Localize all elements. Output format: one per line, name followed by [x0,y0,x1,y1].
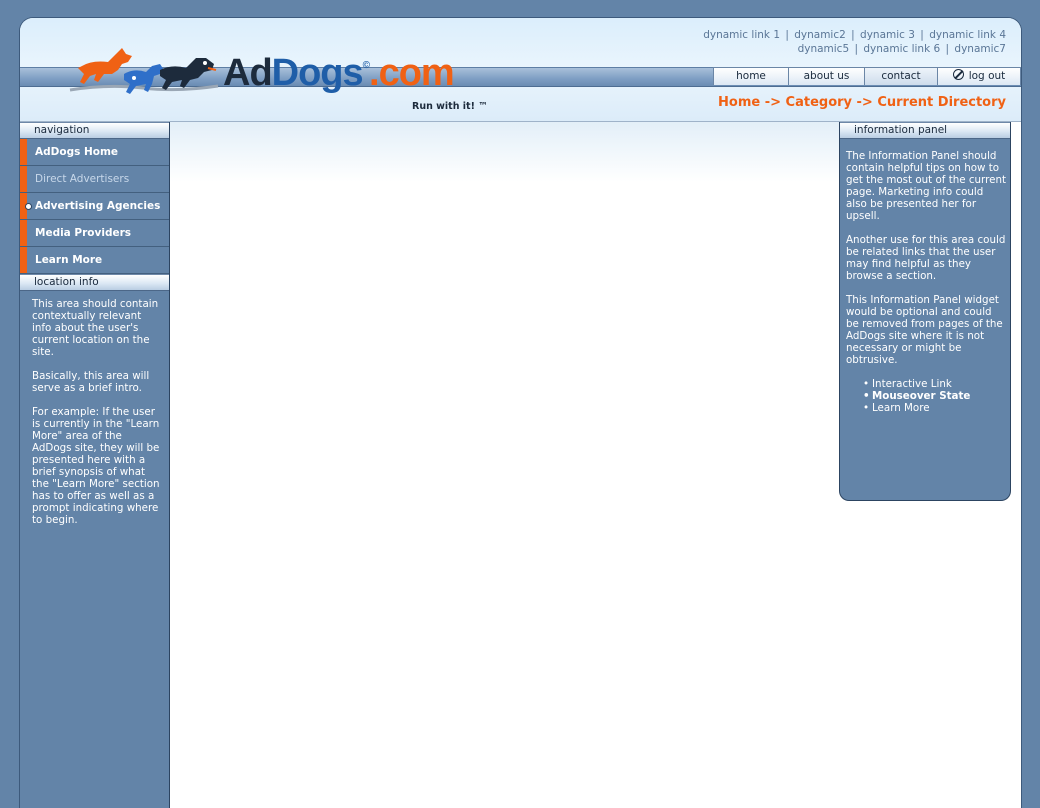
location-info-text: This area should contain contextually re… [32,298,160,526]
dynamic-link-7[interactable]: dynamic7 [954,43,1006,55]
dynamic-link-2[interactable]: dynamic2 [794,29,846,41]
dynamic-link-1[interactable]: dynamic link 1 [703,29,780,41]
selected-bullet-icon [25,203,32,210]
info-links: Interactive Link Mouseover State Learn M… [846,378,1006,414]
information-panel-title: information panel [840,122,1010,139]
dynamic-links: dynamic link 1 | dynamic2 | dynamic 3 | … [703,29,1006,55]
tagline: Run with it! ™ [412,101,488,112]
top-nav: home about us contact log out [713,67,1021,86]
sidebar-item-direct-advertisers[interactable]: Direct Advertisers [20,166,169,193]
sidebar-item-media-providers[interactable]: Media Providers [20,220,169,247]
dynamic-link-5[interactable]: dynamic5 [798,43,850,55]
learn-more-link[interactable]: Learn More [863,402,1006,414]
sidebar-item-advertising-agencies[interactable]: Advertising Agencies [20,193,169,220]
logout-button[interactable]: log out [937,67,1021,85]
navigation-title: navigation [20,122,169,139]
sidebar: navigation AdDogs Home Direct Advertiser… [20,122,170,808]
dynamic-link-3[interactable]: dynamic 3 [860,29,915,41]
nav-contact-button[interactable]: contact [864,67,938,85]
location-info-title: location info [20,274,169,291]
logo[interactable]: AdDogs©.com Run with it! ™ [68,44,498,112]
nav-home-button[interactable]: home [713,67,789,85]
sidebar-item-learn-more[interactable]: Learn More [20,247,169,274]
header: dynamic link 1 | dynamic2 | dynamic 3 | … [20,18,1021,122]
mouseover-state-link[interactable]: Mouseover State [863,390,1006,402]
main-content [170,122,839,182]
dynamic-link-4[interactable]: dynamic link 4 [929,29,1006,41]
information-panel-text: The Information Panel should contain hel… [840,139,1010,414]
information-panel: information panel The Information Panel … [839,122,1011,501]
logout-icon [952,69,964,80]
dogs-logo-icon [69,48,219,94]
interactive-link[interactable]: Interactive Link [863,378,1006,390]
brand-wordmark: AdDogs©.com [223,52,455,94]
nav-about-button[interactable]: about us [788,67,865,85]
dynamic-link-6[interactable]: dynamic link 6 [863,43,940,55]
page-frame: dynamic link 1 | dynamic2 | dynamic 3 | … [19,17,1022,808]
breadcrumb: Home -> Category -> Current Directory [718,95,1006,110]
sidebar-item-addogs-home[interactable]: AdDogs Home [20,139,169,166]
